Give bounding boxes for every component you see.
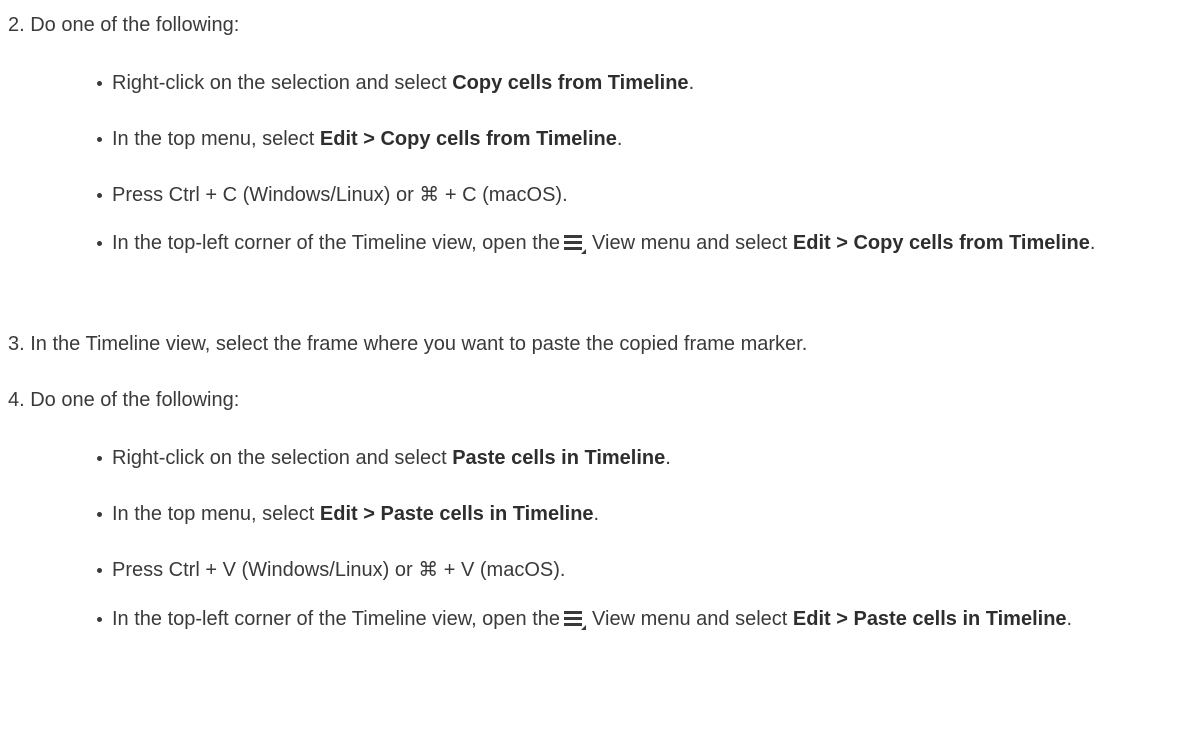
step-2: 2. Do one of the following: bbox=[8, 14, 240, 36]
list-item: In the top-left corner of the Timeline v… bbox=[97, 224, 1192, 262]
list-item: Press Ctrl + C (Windows/Linux) or ⌘ + C … bbox=[97, 178, 568, 212]
step-4: 4. Do one of the following: bbox=[8, 389, 240, 411]
menu-command: Edit > Paste cells in Timeline bbox=[792, 608, 1067, 630]
list-item: In the top-left corner of the Timeline v… bbox=[97, 600, 1192, 638]
hamburger-menu-icon bbox=[564, 234, 587, 254]
menu-command: Edit > Copy cells from Timeline bbox=[792, 232, 1090, 254]
menu-command: Copy cells from Timeline bbox=[452, 72, 689, 94]
list-item: In the top menu, select Edit > Paste cel… bbox=[96, 497, 599, 531]
list-item: Right-click on the selection and select … bbox=[97, 441, 671, 475]
list-item: Press Ctrl + V (Windows/Linux) or ⌘ + V … bbox=[96, 553, 565, 587]
step-3: 3. In the Timeline view, select the fram… bbox=[8, 333, 808, 355]
list-item: Right-click on the selection and select … bbox=[96, 66, 694, 100]
menu-command: Edit > Copy cells from Timeline bbox=[319, 128, 617, 150]
menu-command: Edit > Paste cells in Timeline bbox=[319, 503, 594, 525]
hamburger-menu-icon bbox=[564, 610, 587, 630]
menu-command: Paste cells in Timeline bbox=[452, 447, 666, 469]
list-item: In the top menu, select Edit > Copy cell… bbox=[96, 122, 622, 156]
